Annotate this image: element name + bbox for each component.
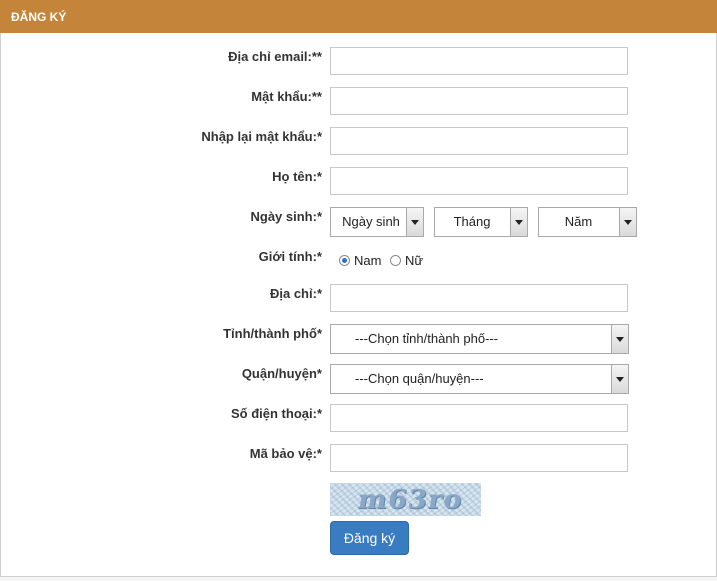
email-label: Địa chỉ email:** — [228, 49, 322, 64]
phone-label: Số điện thoại:* — [231, 406, 322, 421]
gender-label: Giới tính:* — [258, 249, 322, 264]
captcha-label: Mã bảo vệ:* — [249, 446, 322, 461]
gender-female-radio[interactable] — [390, 255, 401, 266]
district-select[interactable]: ---Chọn quận/huyện--- — [330, 364, 629, 394]
chevron-down-icon[interactable] — [611, 365, 628, 393]
password-label: Mật khẩu:** — [251, 89, 322, 104]
province-select[interactable]: ---Chọn tỉnh/thành phố--- — [330, 324, 629, 354]
province-value: ---Chọn tỉnh/thành phố--- — [355, 331, 499, 346]
province-label: Tỉnh/thành phố* — [223, 326, 322, 341]
confirm-password-label: Nhập lại mật khẩu:* — [201, 129, 322, 144]
birthday-day-value: Ngày sinh — [342, 214, 400, 229]
chevron-down-icon[interactable] — [510, 208, 527, 236]
gender-male-radio[interactable] — [339, 255, 350, 266]
chevron-down-icon[interactable] — [619, 208, 636, 236]
district-value: ---Chọn quận/huyện--- — [355, 371, 484, 386]
birthday-year-select[interactable]: Năm — [538, 207, 637, 237]
bottom-border — [0, 576, 717, 581]
chevron-down-icon[interactable] — [406, 208, 423, 236]
captcha-text: m63ro — [355, 485, 465, 515]
captcha-image: m63ro — [330, 483, 481, 516]
gender-male-label[interactable]: Nam — [354, 253, 381, 268]
birthday-month-value: Tháng — [453, 214, 491, 229]
email-field[interactable] — [330, 47, 628, 75]
birthday-month-select[interactable]: Tháng — [434, 207, 528, 237]
chevron-down-icon[interactable] — [611, 325, 628, 353]
captcha-field[interactable] — [330, 444, 628, 472]
gender-female-label[interactable]: Nữ — [405, 253, 423, 268]
form-header: ĐĂNG KÝ — [0, 0, 717, 33]
birthday-year-value: Năm — [564, 214, 593, 229]
district-label: Quận/huyện* — [241, 366, 322, 381]
birthday-day-select[interactable]: Ngày sinh — [330, 207, 424, 237]
confirm-password-field[interactable] — [330, 127, 628, 155]
form-title: ĐĂNG KÝ — [11, 10, 67, 24]
phone-field[interactable] — [330, 404, 628, 432]
address-label: Địa chỉ:* — [269, 286, 322, 301]
fullname-label: Họ tên:* — [272, 169, 322, 184]
birthday-label: Ngày sinh:* — [250, 209, 322, 224]
register-button[interactable]: Đăng ký — [330, 521, 409, 555]
fullname-field[interactable] — [330, 167, 628, 195]
password-field[interactable] — [330, 87, 628, 115]
address-field[interactable] — [330, 284, 628, 312]
